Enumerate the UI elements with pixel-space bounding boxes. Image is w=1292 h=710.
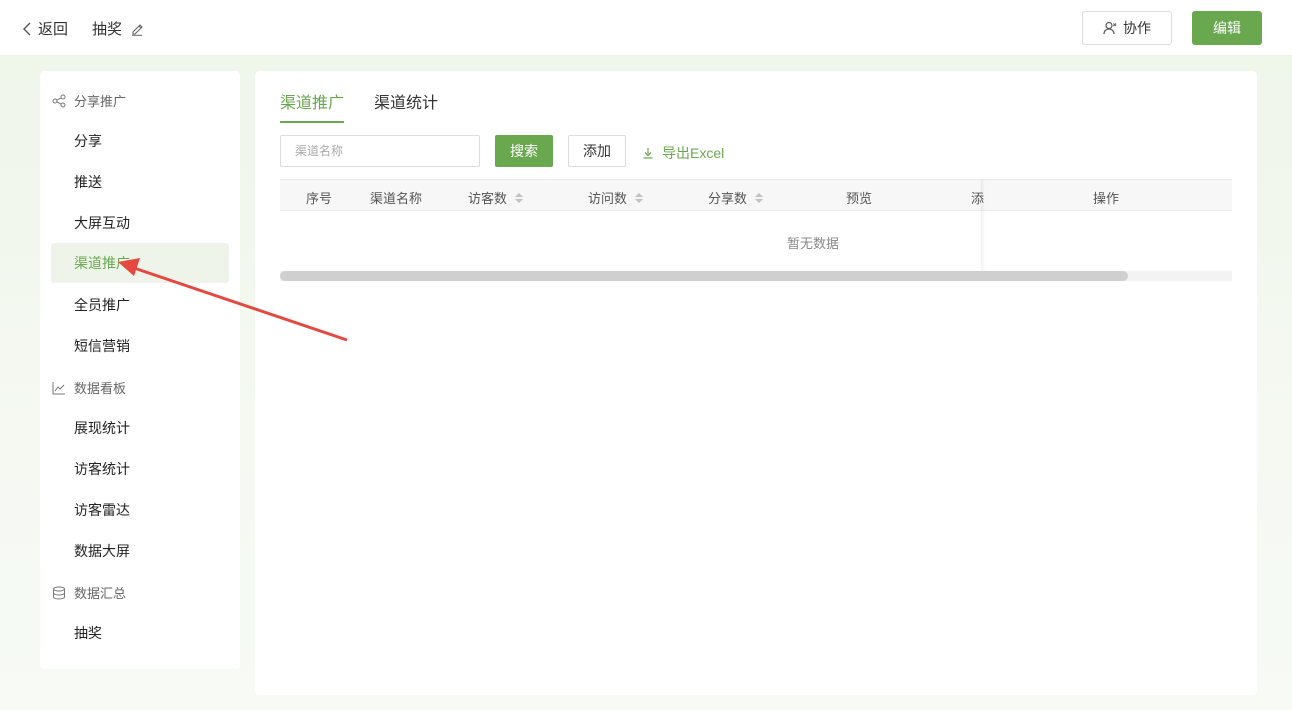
sidebar-item-impression-stats[interactable]: 展现统计 [51, 408, 229, 448]
sort-icon[interactable] [515, 192, 524, 203]
top-header: 返回 抽奖 协作 编辑 [0, 0, 1292, 56]
sidebar-item-lottery[interactable]: 抽奖 [51, 613, 229, 653]
horizontal-scrollbar-thumb[interactable] [280, 271, 1128, 281]
page-title: 抽奖 [92, 21, 123, 38]
sidebar-item-all-staff-promotion[interactable]: 全员推广 [51, 285, 229, 325]
column-header-shares[interactable]: 分享数 [708, 188, 764, 207]
share-icon [52, 94, 66, 107]
database-icon [53, 586, 65, 600]
group-title-label: 分享推广 [74, 94, 127, 109]
group-title-label: 数据看板 [74, 381, 127, 396]
sort-icon[interactable] [755, 192, 764, 203]
sidebar: 分享推广 分享 推送 大屏互动 渠道推广 全员推广 短信营销 数据看板 展现统计… [40, 71, 240, 669]
add-button[interactable]: 添加 [568, 135, 626, 167]
back-label: 返回 [38, 21, 69, 38]
sidebar-item-sms-marketing[interactable]: 短信营销 [51, 326, 229, 366]
line-chart-icon [52, 381, 65, 394]
collaborate-label: 协作 [1123, 20, 1151, 36]
fixed-column-shadow [981, 179, 985, 281]
group-share-promotion: 分享推广 [52, 91, 126, 110]
sidebar-item-visitor-stats[interactable]: 访客统计 [51, 449, 229, 489]
tab-channel-promotion[interactable]: 渠道推广 [280, 89, 345, 123]
export-excel-button[interactable]: 导出Excel [642, 143, 724, 163]
column-header-visitors[interactable]: 访客数 [468, 188, 524, 207]
main-panel: 渠道推广 渠道统计 搜索 添加 导出Excel 序号 渠道名称 访客数 访问数 … [255, 71, 1257, 695]
table-header: 序号 渠道名称 访客数 访问数 分享数 预览 添 操作 [280, 179, 1232, 211]
page-title-area: 抽奖 [92, 18, 144, 39]
group-data-dashboard: 数据看板 [52, 378, 126, 397]
column-header-channel-name: 渠道名称 [370, 191, 423, 206]
collaborate-button[interactable]: 协作 [1082, 11, 1172, 45]
tab-channel-stats[interactable]: 渠道统计 [374, 89, 438, 121]
user-collab-icon [1103, 21, 1117, 35]
sidebar-item-visitor-radar[interactable]: 访客雷达 [51, 490, 229, 530]
download-icon [643, 148, 653, 159]
column-header-preview: 预览 [846, 191, 873, 206]
group-data-summary: 数据汇总 [52, 583, 126, 602]
sidebar-item-share[interactable]: 分享 [51, 121, 229, 161]
sidebar-item-big-screen[interactable]: 大屏互动 [51, 203, 229, 243]
column-header-visits[interactable]: 访问数 [588, 188, 644, 207]
column-header-actions: 操作 [1093, 191, 1120, 206]
back-button[interactable]: 返回 [22, 18, 68, 39]
sidebar-item-channel-promotion[interactable]: 渠道推广 [51, 243, 229, 283]
sidebar-item-data-screen[interactable]: 数据大屏 [51, 531, 229, 571]
edit-title-icon[interactable] [130, 22, 144, 36]
search-button[interactable]: 搜索 [495, 135, 553, 167]
edit-button[interactable]: 编辑 [1192, 11, 1262, 45]
sidebar-item-push[interactable]: 推送 [51, 162, 229, 202]
channel-name-search-input[interactable] [280, 135, 480, 167]
chevron-left-icon [23, 22, 31, 35]
export-label: 导出Excel [662, 145, 725, 161]
sort-icon[interactable] [635, 192, 644, 203]
empty-state-text: 暂无数据 [787, 236, 840, 251]
group-title-label: 数据汇总 [74, 586, 127, 601]
column-header-index: 序号 [306, 191, 333, 206]
